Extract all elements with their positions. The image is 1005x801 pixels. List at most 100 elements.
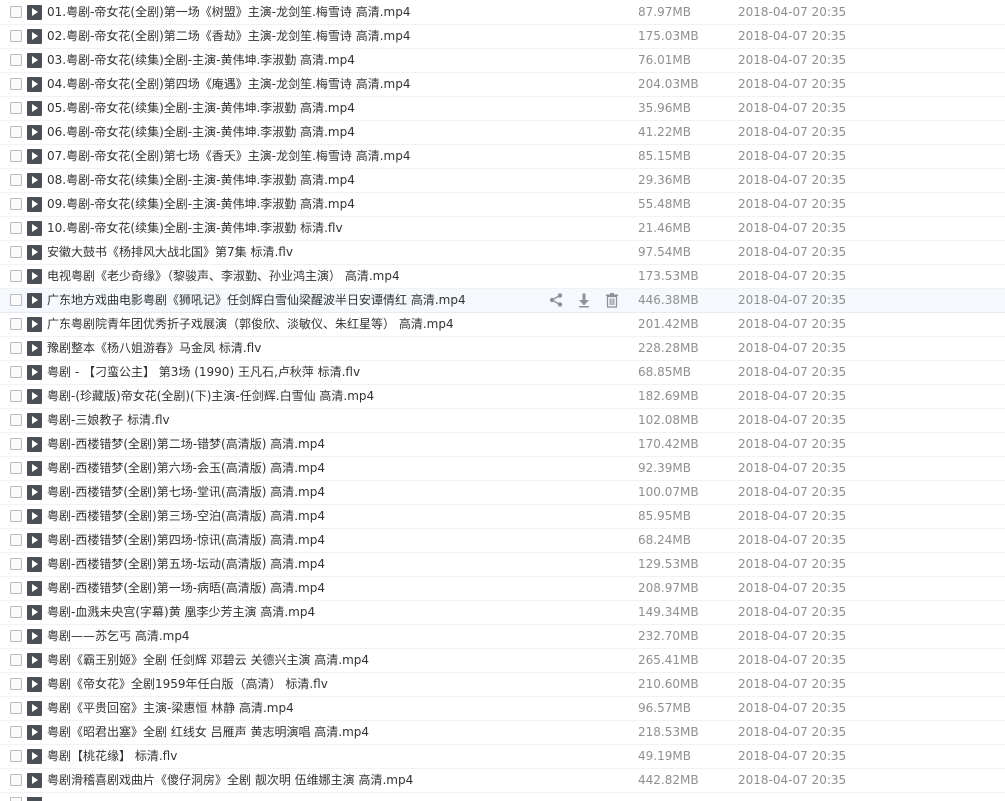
file-row[interactable]: 粤剧《平贵回窑》主演-梁惠恒 林静 高清.mp4 96.57MB 2018-04-0… (0, 697, 1005, 721)
file-row[interactable]: 电视粤剧《老少奇缘》（黎骏声、李淑勤、孙业鸿主演） 高清.mp4 173.53MB… (0, 265, 1005, 289)
row-checkbox[interactable] (10, 582, 22, 594)
row-checkbox[interactable] (10, 270, 22, 282)
file-row[interactable]: 粤剧【桃花缘】 标清.flv 49.19MB 2018-04-07 20:35 (0, 745, 1005, 769)
file-row[interactable]: 广东粤剧院青年团优秀折子戏展演（郭俊欣、淡敏仪、朱红星等） 高清.mp4 201.… (0, 313, 1005, 337)
file-row[interactable]: 04.粤剧-帝女花(全剧)第四场《庵遇》主演-龙剑笙.梅雪诗 高清.mp4 204… (0, 73, 1005, 97)
row-checkbox[interactable] (10, 390, 22, 402)
row-checkbox[interactable] (10, 126, 22, 138)
file-row[interactable]: 粤剧 - 【刁蛮公主】 第3场 (1990) 王凡石,卢秋萍 标清.flv 68.… (0, 361, 1005, 385)
download-icon[interactable] (576, 292, 594, 310)
file-name-link[interactable]: 粤剧-西楼错梦(全剧)第二场-错梦(高清版) 高清.mp4 (47, 437, 325, 452)
file-name-link[interactable]: 05.粤剧-帝女花(续集)全剧-主演-黄伟坤.李淑勤 高清.mp4 (47, 101, 355, 116)
row-checkbox[interactable] (10, 678, 22, 690)
row-checkbox[interactable] (10, 726, 22, 738)
file-row[interactable]: 08.粤剧-帝女花(续集)全剧-主演-黄伟坤.李淑勤 高清.mp4 29.36MB… (0, 169, 1005, 193)
file-name-link[interactable]: 粤剧——苏乞丐 高清.mp4 (47, 629, 190, 644)
row-checkbox[interactable] (10, 630, 22, 642)
row-checkbox[interactable] (10, 342, 22, 354)
row-checkbox[interactable] (10, 78, 22, 90)
file-row[interactable]: 粤剧——苏乞丐 高清.mp4 232.70MB 2018-04-07 20:35 (0, 625, 1005, 649)
row-checkbox[interactable] (10, 366, 22, 378)
file-name-link[interactable]: 粤剧-西楼错梦(全剧)第四场-惊讯(高清版) 高清.mp4 (47, 533, 325, 548)
file-row[interactable]: 07.粤剧-帝女花(全剧)第七场《香夭》主演-龙剑笙.梅雪诗 高清.mp4 85.… (0, 145, 1005, 169)
file-row[interactable]: 粤剧滑稽喜剧戏曲片《傻仔洞房》全剧 靓次明 伍维娜主演 高清.mp4 442.82… (0, 769, 1005, 793)
file-name-link[interactable]: 粤剧-西楼错梦(全剧)第七场-堂讯(高清版) 高清.mp4 (47, 485, 325, 500)
row-checkbox[interactable] (10, 750, 22, 762)
file-name-link[interactable]: 电视粤剧《老少奇缘》（黎骏声、李淑勤、孙业鸿主演） 高清.mp4 (47, 269, 400, 284)
row-checkbox[interactable] (10, 774, 22, 786)
file-row[interactable]: 10.粤剧-帝女花(续集)全剧-主演-黄伟坤.李淑勤 标清.flv 21.46MB… (0, 217, 1005, 241)
row-checkbox[interactable] (10, 534, 22, 546)
file-row[interactable]: 安徽大鼓书《杨排风大战北国》第7集 标清.flv 97.54MB 2018-04-0… (0, 241, 1005, 265)
file-row[interactable]: 粤剧-三娘教子 标清.flv 102.08MB 2018-04-07 20:35 (0, 409, 1005, 433)
file-name-link[interactable]: 粤剧-三娘教子 标清.flv (47, 413, 170, 428)
file-row[interactable]: 粤剧-西楼错梦(全剧)第三场-空泊(高清版) 高清.mp4 85.95MB 2018… (0, 505, 1005, 529)
file-row[interactable]: 粤剧-血溅未央宫(字幕)黄 凰李少芳主演 高清.mp4 149.34MB 2018-… (0, 601, 1005, 625)
share-icon[interactable] (548, 292, 566, 310)
file-row[interactable]: 豫剧整本《杨八姐游春》马金凤 标清.flv 228.28MB 2018-04-07 … (0, 337, 1005, 361)
file-row[interactable]: 09.粤剧-帝女花(续集)全剧-主演-黄伟坤.李淑勤 高清.mp4 55.48MB… (0, 193, 1005, 217)
row-checkbox[interactable] (10, 54, 22, 66)
row-checkbox[interactable] (10, 462, 22, 474)
file-name-link[interactable]: 01.粤剧-帝女花(全剧)第一场《树盟》主演-龙剑笙.梅雪诗 高清.mp4 (47, 5, 411, 20)
row-checkbox[interactable] (10, 702, 22, 714)
file-row[interactable]: 粤剧《昭君出塞》全剧 红线女 吕雁声 黄志明演唱 高清.mp4 218.53MB 2… (0, 721, 1005, 745)
file-name-link[interactable]: 粤剧-西楼错梦(全剧)第一场-病晤(高清版) 高清.mp4 (47, 581, 325, 596)
file-name-link[interactable]: 粤剧《霸王别姬》全剧 任剑辉 邓碧云 关德兴主演 高清.mp4 (47, 653, 369, 668)
row-checkbox[interactable] (10, 654, 22, 666)
row-checkbox[interactable] (10, 198, 22, 210)
file-row[interactable]: 粤剧-西楼错梦(全剧)第七场-堂讯(高清版) 高清.mp4 100.07MB 201… (0, 481, 1005, 505)
trash-icon[interactable] (604, 292, 622, 310)
row-checkbox[interactable] (10, 558, 22, 570)
file-name-link[interactable]: 06.粤剧-帝女花(续集)全剧-主演-黄伟坤.李淑勤 高清.mp4 (47, 125, 355, 140)
row-checkbox[interactable] (10, 510, 22, 522)
file-name-link[interactable]: 粤剧《帝女花》全剧1959年任白版（高清） 标清.flv (47, 677, 328, 692)
file-name-link[interactable]: 07.粤剧-帝女花(全剧)第七场《香夭》主演-龙剑笙.梅雪诗 高清.mp4 (47, 149, 411, 164)
row-checkbox[interactable] (10, 174, 22, 186)
file-row[interactable]: 05.粤剧-帝女花(续集)全剧-主演-黄伟坤.李淑勤 高清.mp4 35.96MB… (0, 97, 1005, 121)
file-name-link[interactable]: 04.粤剧-帝女花(全剧)第四场《庵遇》主演-龙剑笙.梅雪诗 高清.mp4 (47, 77, 411, 92)
row-checkbox[interactable] (10, 438, 22, 450)
file-name-link[interactable]: 02.粤剧-帝女花(全剧)第二场《香劫》主演-龙剑笙.梅雪诗 高清.mp4 (47, 29, 411, 44)
file-row[interactable]: 06.粤剧-帝女花(续集)全剧-主演-黄伟坤.李淑勤 高清.mp4 41.22MB… (0, 121, 1005, 145)
row-checkbox[interactable] (10, 30, 22, 42)
file-row[interactable]: 01.粤剧-帝女花(全剧)第一场《树盟》主演-龙剑笙.梅雪诗 高清.mp4 87.… (0, 1, 1005, 25)
file-name-link[interactable]: 粤剧滑稽喜剧戏曲片《傻仔洞房》全剧 靓次明 伍维娜主演 高清.mp4 (47, 773, 413, 788)
file-name-link[interactable]: 广东粤剧院青年团优秀折子戏展演（郭俊欣、淡敏仪、朱红星等） 高清.mp4 (47, 317, 454, 332)
file-name-link[interactable]: 粤剧-西楼错梦(全剧)第三场-空泊(高清版) 高清.mp4 (47, 509, 325, 524)
row-checkbox[interactable] (10, 102, 22, 114)
row-checkbox[interactable] (10, 318, 22, 330)
file-row[interactable]: 粤剧-西楼错梦(全剧)第五场-坛动(高清版) 高清.mp4 129.53MB 201… (0, 553, 1005, 577)
file-row[interactable]: 粤剧-西楼错梦(全剧)第六场-会玉(高清版) 高清.mp4 92.39MB 2018… (0, 457, 1005, 481)
row-checkbox[interactable] (10, 797, 22, 801)
row-checkbox[interactable] (10, 294, 22, 306)
file-name-link[interactable]: 粤剧 - 【刁蛮公主】 第3场 (1990) 王凡石,卢秋萍 标清.flv (47, 365, 360, 380)
file-name-link[interactable]: 粤剧《昭君出塞》全剧 红线女 吕雁声 黄志明演唱 高清.mp4 (47, 725, 369, 740)
file-row[interactable]: 粤剧《帝女花》全剧1959年任白版（高清） 标清.flv 210.60MB 2018… (0, 673, 1005, 697)
file-row[interactable]: 广东地方戏曲电影粤剧《狮吼记》任剑辉白雪仙梁醒波半日安谭倩红 高清.mp4 446… (0, 289, 1005, 313)
file-row[interactable]: 粤剧-西楼错梦(全剧)第四场-惊讯(高清版) 高清.mp4 68.24MB 2018… (0, 529, 1005, 553)
file-row[interactable]: 粤剧-西楼错梦(全剧)第二场-错梦(高清版) 高清.mp4 170.42MB 201… (0, 433, 1005, 457)
file-name-link[interactable]: 豫剧整本《杨八姐游春》马金凤 标清.flv (47, 341, 261, 356)
file-name-link[interactable]: 安徽大鼓书《杨排风大战北国》第7集 标清.flv (47, 245, 293, 260)
row-checkbox[interactable] (10, 414, 22, 426)
file-row[interactable]: 粤剧《霸王别姬》全剧 任剑辉 邓碧云 关德兴主演 高清.mp4 265.41MB 2… (0, 649, 1005, 673)
file-name-link[interactable]: 10.粤剧-帝女花(续集)全剧-主演-黄伟坤.李淑勤 标清.flv (47, 221, 343, 236)
file-name-link[interactable]: 08.粤剧-帝女花(续集)全剧-主演-黄伟坤.李淑勤 高清.mp4 (47, 173, 355, 188)
file-name-link[interactable]: 粤剧《平贵回窑》主演-梁惠恒 林静 高清.mp4 (47, 701, 294, 716)
file-name-link[interactable]: 09.粤剧-帝女花(续集)全剧-主演-黄伟坤.李淑勤 高清.mp4 (47, 197, 355, 212)
file-row[interactable]: 粤剧-西楼错梦(全剧)第一场-病晤(高清版) 高清.mp4 208.97MB 201… (0, 577, 1005, 601)
row-checkbox[interactable] (10, 222, 22, 234)
row-checkbox[interactable] (10, 606, 22, 618)
file-row[interactable]: 03.粤剧-帝女花(续集)全剧-主演-黄伟坤.李淑勤 高清.mp4 76.01MB… (0, 49, 1005, 73)
file-name-link[interactable]: 粤剧【桃花缘】 标清.flv (47, 749, 177, 764)
row-checkbox[interactable] (10, 486, 22, 498)
file-name-link[interactable]: 03.粤剧-帝女花(续集)全剧-主演-黄伟坤.李淑勤 高清.mp4 (47, 53, 355, 68)
file-name-link[interactable]: 粤剧-西楼错梦(全剧)第五场-坛动(高清版) 高清.mp4 (47, 557, 325, 572)
file-row[interactable]: 粤剧-(珍藏版)帝女花(全剧)(下)主演-任剑辉.白雪仙 高清.mp4 182.6… (0, 385, 1005, 409)
file-name-link[interactable]: 广东地方戏曲电影粤剧《狮吼记》任剑辉白雪仙梁醒波半日安谭倩红 高清.mp4 (47, 293, 466, 308)
file-name-link[interactable]: 粤剧-血溅未央宫(字幕)黄 凰李少芳主演 高清.mp4 (47, 605, 315, 620)
file-name-link[interactable]: 粤剧-(珍藏版)帝女花(全剧)(下)主演-任剑辉.白雪仙 高清.mp4 (47, 389, 374, 404)
row-checkbox[interactable] (10, 6, 22, 18)
row-checkbox[interactable] (10, 150, 22, 162)
